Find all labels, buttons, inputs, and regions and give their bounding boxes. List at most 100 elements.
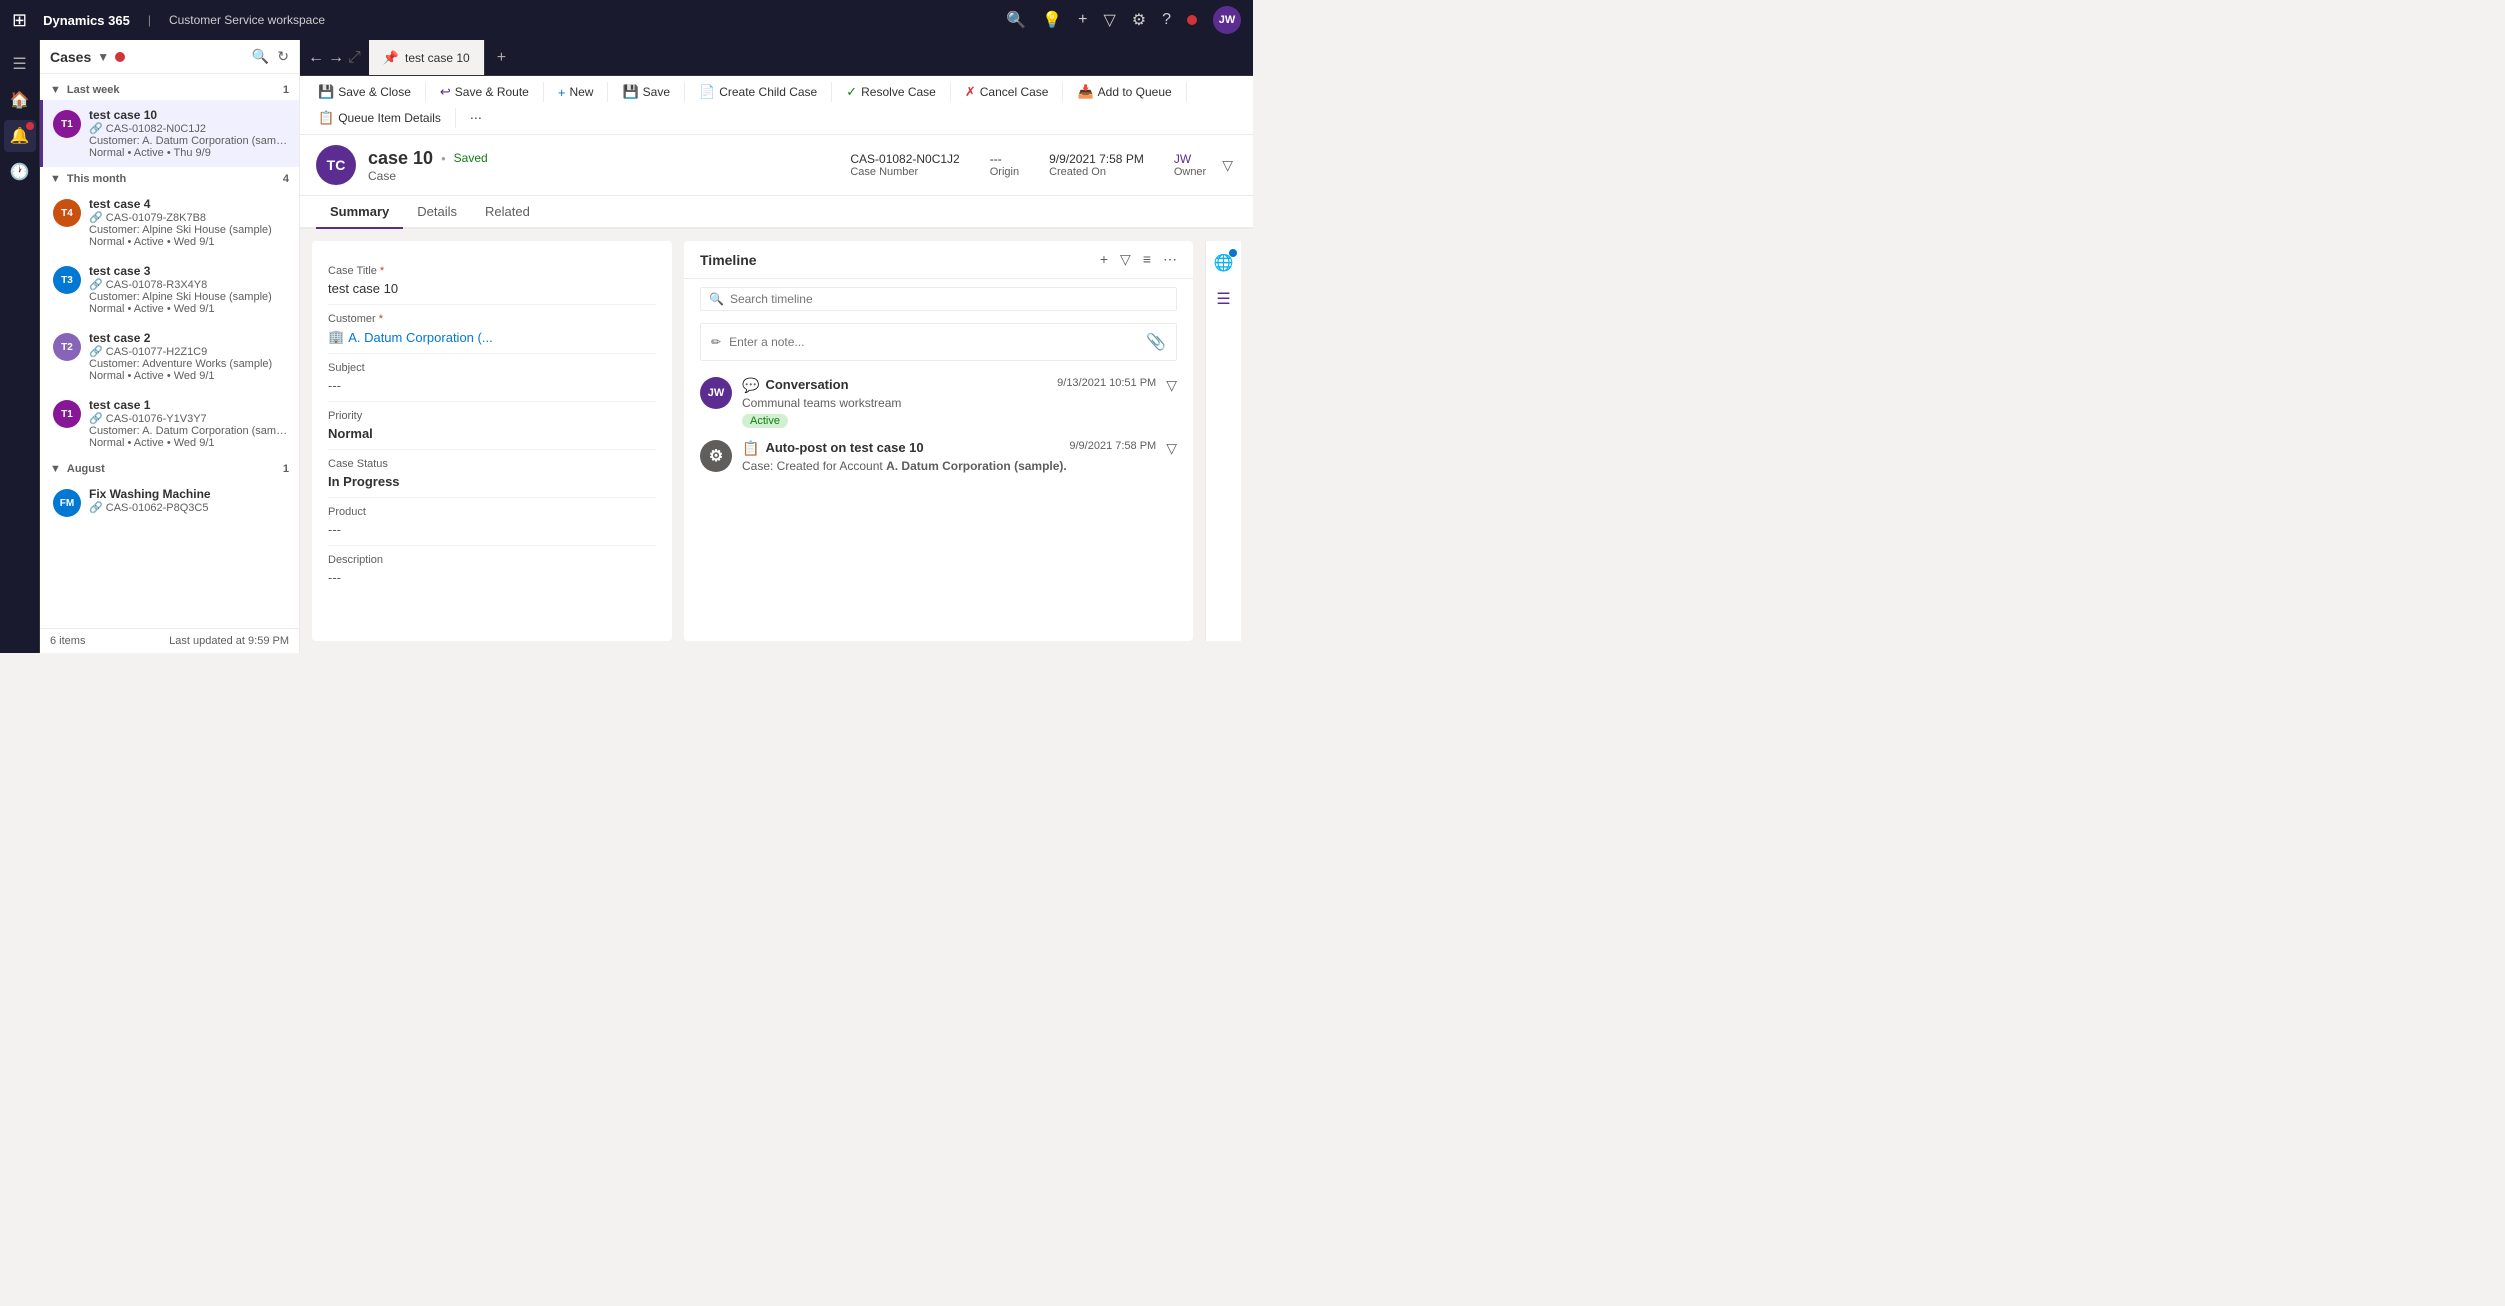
cases-list: ▼ Last week 1 T1 test case 10 🔗 CAS-0108…: [40, 74, 299, 628]
sidebar-notification-icon[interactable]: 🔔: [4, 120, 36, 152]
tab-related[interactable]: Related: [471, 196, 544, 229]
field-case-status-value[interactable]: In Progress: [328, 474, 656, 489]
field-case-title-value[interactable]: test case 10: [328, 281, 656, 296]
record-header-expand-icon[interactable]: ▽: [1218, 153, 1237, 178]
timeline-search[interactable]: 🔍: [700, 287, 1177, 311]
help-icon[interactable]: ?: [1162, 11, 1171, 29]
section-this-month[interactable]: ▼ This month 4: [40, 167, 299, 189]
timeline-autopost-date: 9/9/2021 7:58 PM: [1069, 440, 1156, 452]
sidebar-menu-icon[interactable]: ☰: [4, 48, 36, 80]
case-item-2[interactable]: T2 test case 2 🔗 CAS-01077-H2Z1C9 Custom…: [40, 323, 299, 390]
cases-refresh-icon[interactable]: ↻: [277, 48, 289, 65]
top-nav: ⊞ Dynamics 365 | Customer Service worksp…: [0, 0, 1253, 40]
timeline-conversation-expand-icon[interactable]: ▽: [1166, 377, 1177, 394]
sidebar-home-icon[interactable]: 🏠: [4, 84, 36, 116]
brand-name: Dynamics 365: [43, 13, 130, 28]
case-name-4: test case 4: [89, 197, 289, 211]
case-item-10[interactable]: T1 test case 10 🔗 CAS-01082-N0C1J2 Custo…: [40, 100, 299, 167]
lightbulb-icon[interactable]: 💡: [1042, 10, 1062, 30]
case-info-10: test case 10 🔗 CAS-01082-N0C1J2 Customer…: [89, 108, 289, 159]
tab-add-button[interactable]: +: [485, 40, 518, 75]
create-child-button[interactable]: 📄 Create Child Case: [691, 80, 825, 104]
timeline-filter-icon[interactable]: ▽: [1120, 251, 1131, 268]
cases-title[interactable]: Cases: [50, 49, 91, 65]
case-item-4[interactable]: T4 test case 4 🔗 CAS-01079-Z8K7B8 Custom…: [40, 189, 299, 256]
save-button[interactable]: 💾 Save: [614, 80, 678, 104]
field-product: Product ---: [328, 498, 656, 546]
case-number-label: Case Number: [850, 166, 959, 178]
save-close-button[interactable]: 💾 Save & Close: [310, 80, 419, 104]
timeline-note[interactable]: ✏ 📎: [700, 323, 1177, 361]
paperclip-icon[interactable]: 📎: [1146, 332, 1166, 352]
cases-updated: Last updated at 9:59 PM: [169, 635, 289, 647]
tab-summary[interactable]: Summary: [316, 196, 403, 229]
timeline-note-input[interactable]: [729, 335, 1138, 349]
toolbar-divider-9: [455, 108, 456, 128]
case-status-4: Normal • Active • Wed 9/1: [89, 236, 289, 248]
timeline-autopost-expand-icon[interactable]: ▽: [1166, 440, 1177, 457]
sidebar-recent-icon[interactable]: 🕐: [4, 156, 36, 188]
case-item-3[interactable]: T3 test case 3 🔗 CAS-01078-R3X4Y8 Custom…: [40, 256, 299, 323]
timeline-search-input[interactable]: [730, 292, 1168, 306]
owner-value[interactable]: JW: [1174, 152, 1206, 166]
field-customer-value[interactable]: 🏢 A. Datum Corporation (...: [328, 329, 656, 345]
expand-icon[interactable]: ⤢: [348, 49, 361, 67]
user-avatar[interactable]: JW: [1213, 6, 1241, 34]
timeline-conversation-header: 💬 Conversation 9/13/2021 10:51 PM ▽: [742, 377, 1177, 394]
section-august[interactable]: ▼ August 1: [40, 457, 299, 479]
settings-icon[interactable]: ⚙: [1132, 10, 1146, 30]
cancel-case-button[interactable]: ✗ Cancel Case: [957, 80, 1057, 104]
case-name-1: test case 1: [89, 398, 289, 412]
section-last-week[interactable]: ▼ Last week 1: [40, 78, 299, 100]
add-icon[interactable]: +: [1078, 11, 1087, 29]
add-to-queue-label: Add to Queue: [1098, 85, 1172, 99]
search-icon[interactable]: 🔍: [1006, 10, 1026, 30]
case-info-1: test case 1 🔗 CAS-01076-Y1V3Y7 Customer:…: [89, 398, 289, 449]
record-name: case 10: [368, 148, 433, 169]
add-to-queue-button[interactable]: 📥 Add to Queue: [1069, 80, 1179, 104]
timeline-avatar-system: ⚙: [700, 440, 732, 472]
field-priority-value[interactable]: Normal: [328, 426, 656, 441]
case-item-1[interactable]: T1 test case 1 🔗 CAS-01076-Y1V3Y7 Custom…: [40, 390, 299, 457]
tab-details[interactable]: Details: [403, 196, 471, 229]
icon-sidebar: ☰ 🏠 🔔 🕐: [0, 40, 40, 653]
resolve-case-button[interactable]: ✓ Resolve Case: [838, 80, 944, 104]
new-button[interactable]: + New: [550, 81, 602, 104]
right-sidebar-globe-icon[interactable]: 🌐: [1210, 249, 1238, 277]
add-queue-icon: 📥: [1077, 84, 1093, 100]
more-actions-button[interactable]: ⋯: [462, 107, 490, 129]
app-grid-icon[interactable]: ⊞: [12, 10, 27, 31]
save-route-button[interactable]: ↩ Save & Route: [432, 80, 537, 104]
field-case-status: Case Status In Progress: [328, 450, 656, 498]
case-id-2: 🔗 CAS-01077-H2Z1C9: [89, 345, 289, 358]
back-arrow-icon[interactable]: ←: [308, 49, 324, 67]
right-sidebar-list-icon[interactable]: ☰: [1212, 285, 1234, 313]
timeline-conversation-content: 💬 Conversation 9/13/2021 10:51 PM ▽ Comm…: [742, 377, 1177, 428]
field-case-status-label: Case Status: [328, 458, 656, 470]
timeline-view-icon[interactable]: ≡: [1143, 251, 1151, 268]
timeline-conversation-title: Conversation: [765, 377, 1051, 392]
section-chevron-icon: ▼: [50, 84, 61, 96]
toolbar-divider-6: [950, 82, 951, 102]
timeline-more-icon[interactable]: ⋯: [1163, 251, 1177, 268]
forward-arrow-icon[interactable]: →: [328, 49, 344, 67]
created-on-label: Created On: [1049, 166, 1144, 178]
field-priority: Priority Normal: [328, 402, 656, 450]
case-name-2: test case 2: [89, 331, 289, 345]
record-title-row: case 10 • Saved: [368, 148, 838, 169]
record-body: Case Title * test case 10 Customer * 🏢 A…: [300, 229, 1253, 653]
case-item-fix[interactable]: FM Fix Washing Machine 🔗 CAS-01062-P8Q3C…: [40, 479, 299, 525]
case-customer-1: Customer: A. Datum Corporation (sampl...: [89, 425, 289, 437]
timeline-add-icon[interactable]: +: [1100, 251, 1108, 268]
case-number-value: CAS-01082-N0C1J2: [850, 152, 959, 166]
case-status-2: Normal • Active • Wed 9/1: [89, 370, 289, 382]
cases-search-icon[interactable]: 🔍: [252, 48, 269, 65]
filter-icon[interactable]: ▽: [1103, 10, 1115, 30]
tab-case-10[interactable]: 📌 test case 10: [369, 40, 485, 75]
cases-dropdown-icon[interactable]: ▼: [97, 50, 109, 64]
record-title-area: case 10 • Saved Case: [368, 148, 838, 183]
field-case-title-label: Case Title *: [328, 265, 656, 277]
cases-status-dot: [115, 52, 125, 62]
record-type: Case: [368, 169, 838, 183]
queue-details-button[interactable]: 📋 Queue Item Details: [310, 106, 449, 130]
